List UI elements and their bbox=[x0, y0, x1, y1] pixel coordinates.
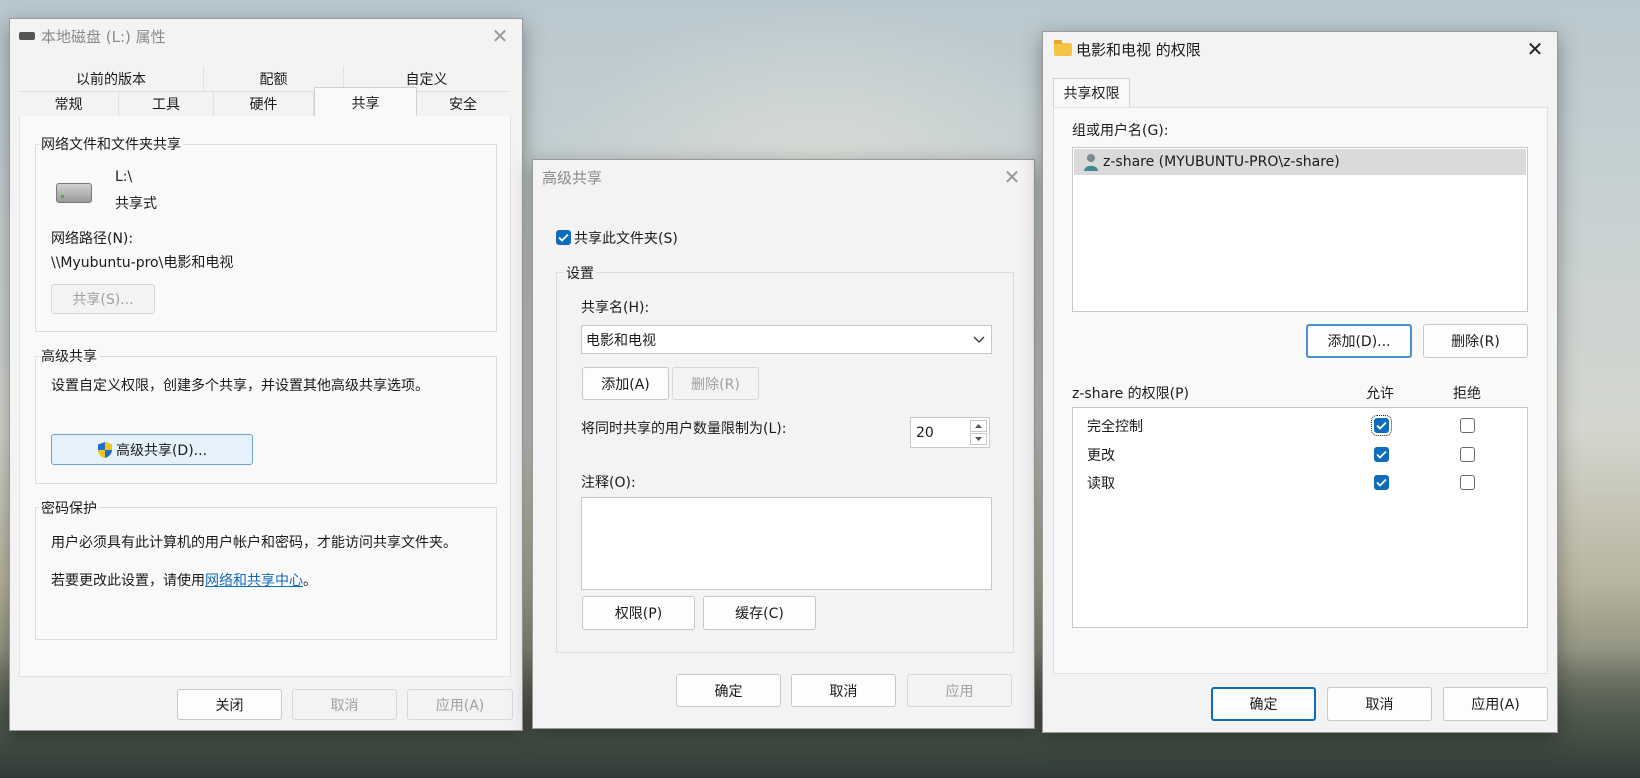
advanced-sharing-window: 高级共享 ✕ 共享此文件夹(S) 设置 共享名(H): 电影和电视 添加(A) … bbox=[532, 159, 1035, 729]
permissions-label: z-share 的权限(P) bbox=[1072, 386, 1190, 402]
add-button[interactable]: 添加(D)... bbox=[1306, 324, 1412, 358]
deny-checkbox[interactable] bbox=[1460, 447, 1475, 462]
drive-icon bbox=[56, 183, 92, 203]
comment-textarea[interactable] bbox=[581, 497, 992, 590]
user-list-item-label: z-share (MYUBUNTU-PRO\z-share) bbox=[1103, 154, 1340, 170]
network-sharing-center-link[interactable]: 网络和共享中心 bbox=[205, 573, 303, 589]
folder-tab-icon bbox=[1054, 39, 1062, 44]
share-name-combobox[interactable]: 电影和电视 bbox=[581, 325, 992, 354]
permission-name: 完全控制 bbox=[1087, 419, 1143, 435]
user-list-item[interactable]: z-share (MYUBUNTU-PRO\z-share) bbox=[1074, 149, 1526, 175]
password-change-text: 若要更改此设置，请使用网络和共享中心。 bbox=[51, 570, 317, 590]
tab-general[interactable]: 常规 bbox=[19, 91, 119, 116]
tab-previous-versions[interactable]: 以前的版本 bbox=[19, 66, 204, 91]
allow-checkbox[interactable] bbox=[1374, 447, 1389, 462]
share-button[interactable]: 共享(S)... bbox=[51, 284, 155, 314]
drive-status: 共享式 bbox=[115, 196, 157, 212]
cancel-button[interactable]: 取消 bbox=[292, 689, 397, 720]
settings-label: 设置 bbox=[564, 263, 596, 283]
share-folder-checkbox[interactable] bbox=[556, 230, 571, 245]
permissions-window: 电影和电视 的权限 ✕ 共享权限 组或用户名(G): z-share (MYUB… bbox=[1042, 31, 1558, 733]
share-name-value: 电影和电视 bbox=[586, 332, 656, 349]
user-limit-spinner[interactable]: 20 bbox=[910, 417, 990, 448]
user-limit-value: 20 bbox=[916, 424, 934, 441]
tab-tools[interactable]: 工具 bbox=[119, 91, 214, 116]
chevron-down-small-icon bbox=[975, 437, 982, 441]
tab-hardware[interactable]: 硬件 bbox=[214, 91, 314, 116]
permission-name: 更改 bbox=[1087, 448, 1115, 464]
apply-button[interactable]: 应用(A) bbox=[1443, 687, 1548, 721]
tab-share-permissions[interactable]: 共享权限 bbox=[1053, 78, 1130, 107]
uac-shield-icon bbox=[97, 441, 112, 458]
deny-checkbox[interactable] bbox=[1460, 475, 1475, 490]
password-change-suffix: 。 bbox=[303, 573, 317, 589]
tab-strip: 以前的版本 配额 自定义 常规 工具 硬件 共享 安全 bbox=[19, 66, 509, 117]
group-users-label: 组或用户名(G): bbox=[1072, 123, 1169, 139]
permissions-button[interactable]: 权限(P) bbox=[582, 596, 695, 630]
checkmark-icon bbox=[1376, 450, 1387, 459]
permission-row: 完全控制 bbox=[1073, 415, 1527, 438]
allow-checkbox[interactable] bbox=[1374, 475, 1389, 490]
tab-security[interactable]: 安全 bbox=[417, 91, 509, 116]
spin-up-button[interactable] bbox=[970, 420, 987, 432]
drive-name: L:\ bbox=[115, 169, 133, 185]
network-path-value: \\Myubuntu-pro\电影和电视 bbox=[51, 255, 234, 271]
users-listbox[interactable]: z-share (MYUBUNTU-PRO\z-share) bbox=[1072, 147, 1528, 312]
cancel-button[interactable]: 取消 bbox=[1327, 687, 1432, 721]
advanced-share-button[interactable]: 高级共享(D)... bbox=[51, 434, 253, 465]
user-limit-label: 将同时共享的用户数量限制为(L): bbox=[581, 421, 787, 437]
close-icon[interactable]: ✕ bbox=[478, 19, 522, 53]
apply-button[interactable]: 应用(A) bbox=[407, 689, 513, 720]
window-title: 电影和电视 的权限 bbox=[1076, 40, 1201, 59]
permission-name: 读取 bbox=[1087, 476, 1115, 492]
caching-button[interactable]: 缓存(C) bbox=[703, 596, 816, 630]
ok-button[interactable]: 确定 bbox=[676, 674, 781, 707]
permission-row: 读取 bbox=[1073, 473, 1527, 495]
network-share-label: 网络文件和文件夹共享 bbox=[39, 134, 183, 154]
deny-column-header: 拒绝 bbox=[1453, 386, 1481, 402]
properties-window: 本地磁盘 (L:) 属性 ✕ 以前的版本 配额 自定义 常规 工具 硬件 共享 … bbox=[9, 18, 523, 731]
password-description: 用户必须具有此计算机的用户帐户和密码，才能访问共享文件夹。 bbox=[51, 535, 457, 551]
drive-led-icon bbox=[61, 195, 64, 198]
checkmark-icon bbox=[1376, 421, 1387, 430]
network-path-label: 网络路径(N): bbox=[51, 231, 134, 247]
ok-button[interactable]: 确定 bbox=[1211, 687, 1316, 721]
properties-titlebar[interactable]: 本地磁盘 (L:) 属性 ✕ bbox=[10, 19, 522, 53]
allow-column-header: 允许 bbox=[1366, 386, 1394, 402]
spin-down-button[interactable] bbox=[970, 433, 987, 445]
close-icon[interactable]: ✕ bbox=[990, 160, 1034, 194]
permissions-list: 完全控制 更改 读取 bbox=[1072, 407, 1528, 628]
cancel-button[interactable]: 取消 bbox=[791, 674, 896, 707]
advanced-share-description: 设置自定义权限，创建多个共享，并设置其他高级共享选项。 bbox=[51, 378, 429, 394]
password-label: 密码保护 bbox=[39, 498, 99, 518]
apply-button[interactable]: 应用 bbox=[907, 674, 1012, 707]
remove-button[interactable]: 删除(R) bbox=[1423, 324, 1528, 358]
allow-checkbox[interactable] bbox=[1371, 415, 1392, 436]
comment-label: 注释(O): bbox=[581, 475, 636, 491]
permissions-titlebar[interactable]: 电影和电视 的权限 ✕ bbox=[1043, 32, 1557, 66]
checkmark-icon bbox=[1376, 478, 1387, 487]
close-button[interactable]: 关闭 bbox=[177, 689, 282, 720]
permission-row: 更改 bbox=[1073, 445, 1527, 467]
folder-icon bbox=[1054, 39, 1072, 56]
chevron-down-icon bbox=[973, 336, 985, 343]
tab-sharing[interactable]: 共享 bbox=[314, 87, 417, 117]
deny-checkbox[interactable] bbox=[1460, 418, 1475, 433]
advanced-sharing-titlebar[interactable]: 高级共享 ✕ bbox=[533, 160, 1034, 194]
user-icon bbox=[1084, 153, 1098, 171]
remove-button[interactable]: 删除(R) bbox=[672, 367, 759, 400]
password-change-prefix: 若要更改此设置，请使用 bbox=[51, 573, 205, 589]
hard-drive-icon bbox=[19, 32, 35, 40]
advanced-share-button-label: 高级共享(D)... bbox=[115, 442, 208, 459]
share-name-label: 共享名(H): bbox=[581, 300, 650, 316]
close-icon[interactable]: ✕ bbox=[1513, 32, 1557, 66]
chevron-up-icon bbox=[975, 424, 982, 428]
share-folder-label[interactable]: 共享此文件夹(S) bbox=[574, 228, 678, 248]
window-title: 本地磁盘 (L:) 属性 bbox=[41, 27, 166, 46]
checkmark-icon bbox=[558, 233, 569, 242]
add-button[interactable]: 添加(A) bbox=[582, 367, 669, 400]
advanced-share-label: 高级共享 bbox=[39, 346, 99, 366]
desktop-wallpaper-sky bbox=[540, 0, 1100, 180]
window-title: 高级共享 bbox=[542, 168, 603, 187]
